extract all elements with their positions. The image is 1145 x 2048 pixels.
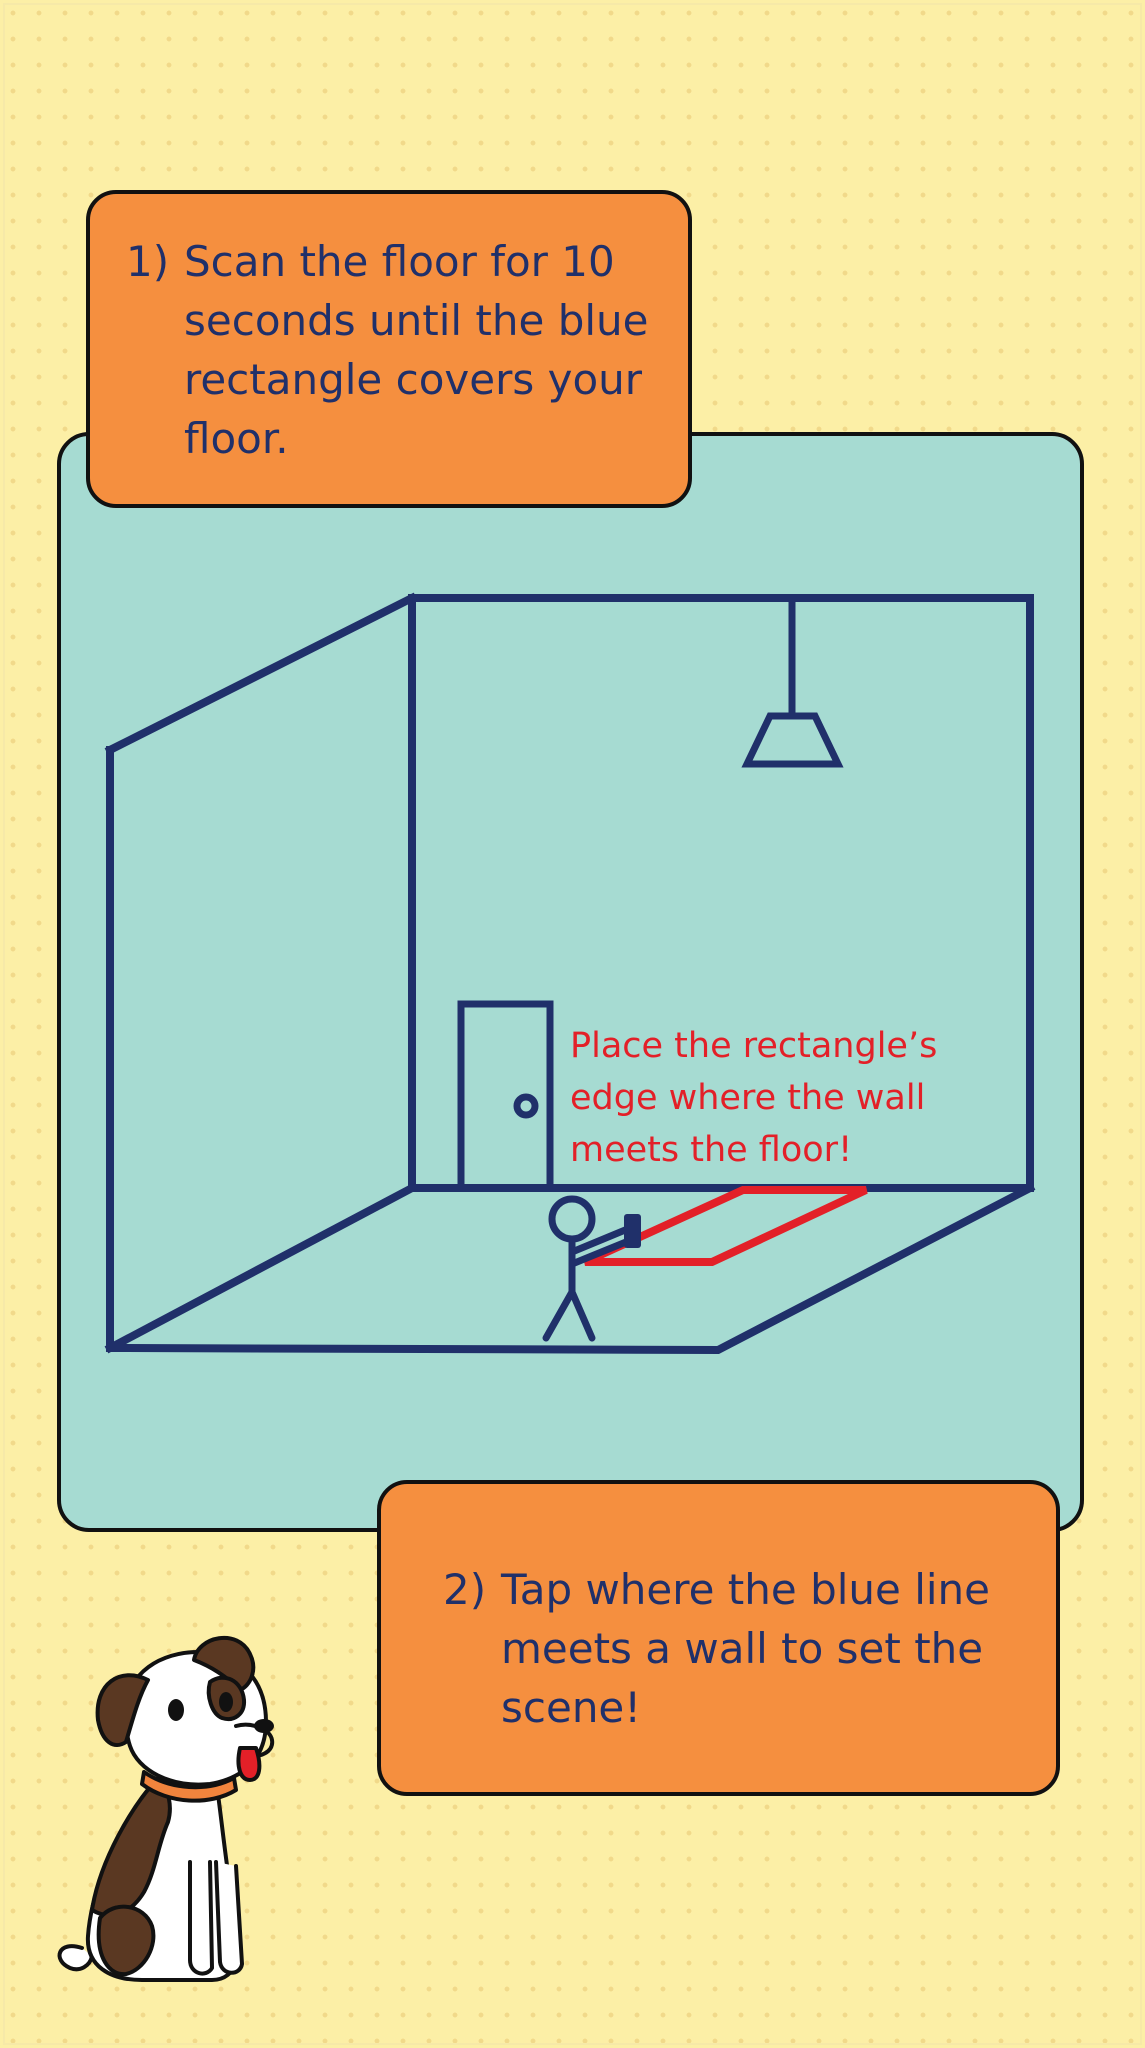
step-2-text: Tap where the blue line meets a wall to … <box>501 1565 991 1732</box>
left-wall-top-edge <box>104 592 418 756</box>
step-1-number: 1) <box>126 237 170 286</box>
phone-icon <box>624 1214 641 1248</box>
placement-hint: Place the rectangle’s edge where the wal… <box>570 1026 938 1170</box>
ceiling-lamp-icon <box>741 598 844 768</box>
step-2-callout: 2) Tap where the blue line meets a wall … <box>377 1480 1060 1796</box>
step-1-callout: 1) Scan the floor for 10 seconds until t… <box>86 190 692 508</box>
floor-left-edge <box>104 1182 418 1354</box>
door-icon <box>457 1000 554 1188</box>
stick-figure-icon <box>542 1195 634 1342</box>
step-1-text: Scan the floor for 10 seconds until the … <box>184 237 649 463</box>
dog-mascot <box>57 1635 275 1982</box>
step-2-number: 2) <box>443 1565 487 1614</box>
